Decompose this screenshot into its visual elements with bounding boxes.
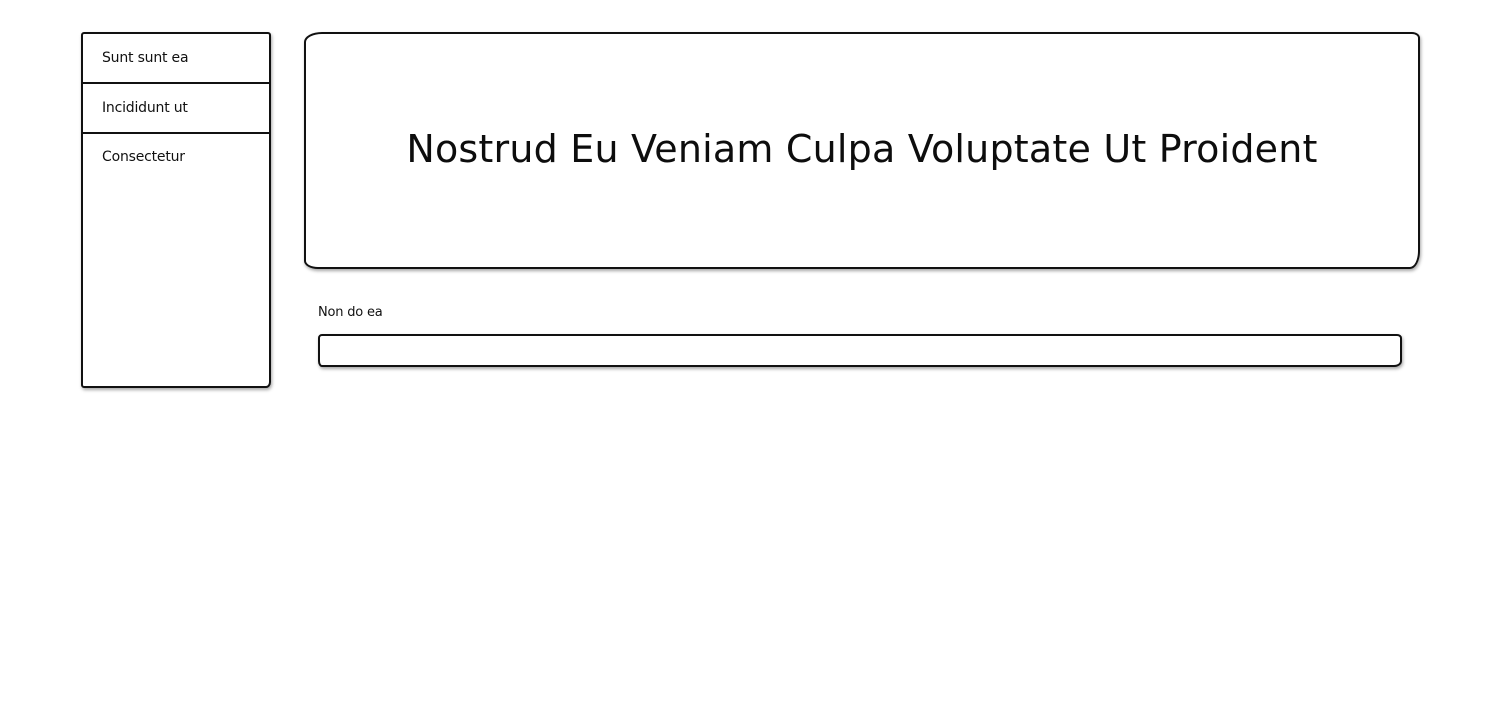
sidebar-item-consectetur[interactable]: Consectetur <box>83 134 269 165</box>
sidebar-item-sunt-sunt-ea[interactable]: Sunt sunt ea <box>83 34 269 84</box>
sidebar-item-label: Consectetur <box>102 149 185 165</box>
header-banner: Nostrud Eu Veniam Culpa Voluptate Ut Pro… <box>304 32 1420 269</box>
field-label: Non do ea <box>318 305 383 320</box>
text-input[interactable] <box>318 334 1402 367</box>
sidebar: Sunt sunt ea Incididunt ut Consectetur <box>81 32 271 388</box>
sidebar-item-incididunt-ut[interactable]: Incididunt ut <box>83 84 269 134</box>
page-title: Nostrud Eu Veniam Culpa Voluptate Ut Pro… <box>406 126 1318 171</box>
sidebar-item-label: Sunt sunt ea <box>102 50 189 66</box>
sidebar-item-label: Incididunt ut <box>102 100 188 116</box>
